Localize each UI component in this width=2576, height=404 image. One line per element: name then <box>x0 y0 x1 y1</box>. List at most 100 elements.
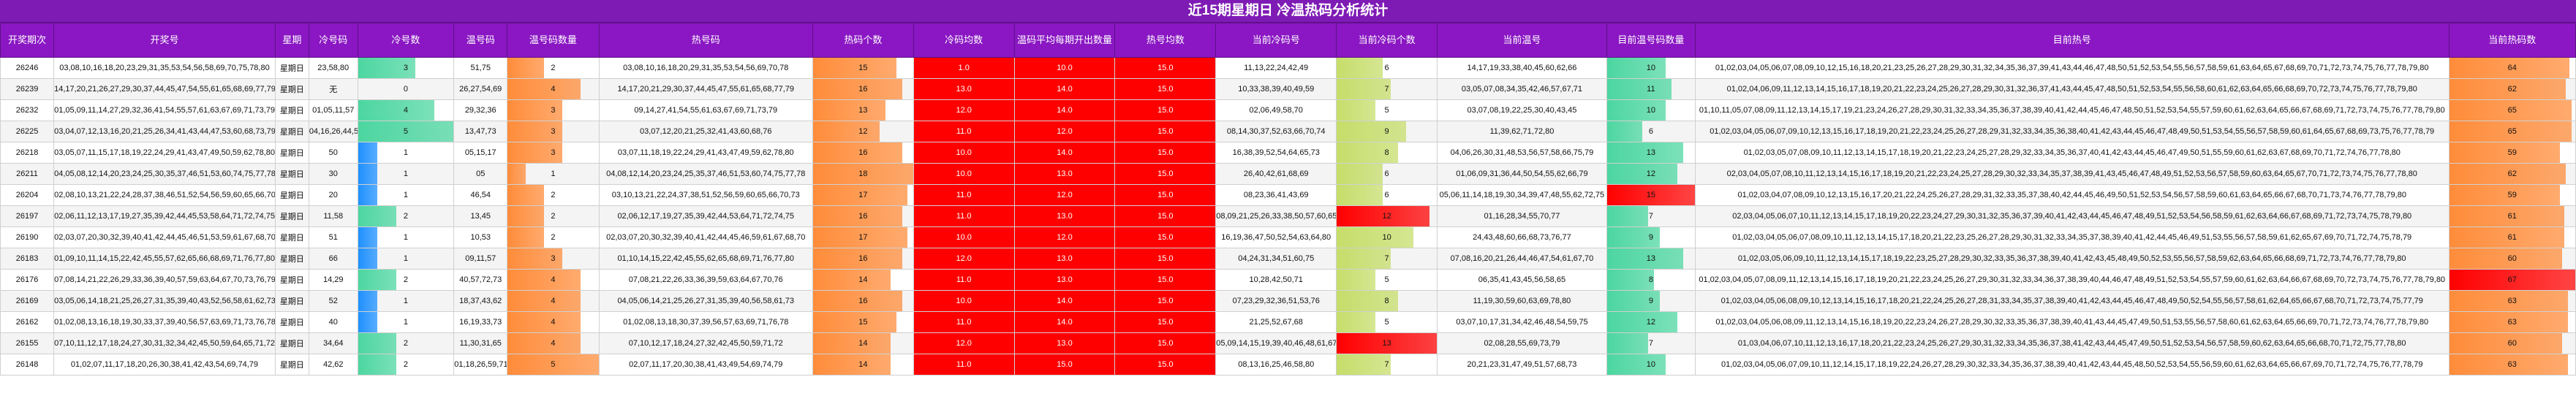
table-row[interactable]: 26155 07,10,11,12,17,18,24,27,30,31,32,34… <box>0 332 2576 354</box>
value-bar <box>1607 333 1648 354</box>
cell-current-warm: 06,35,41,43,45,56,58,65 <box>1437 269 1607 291</box>
table-row[interactable]: 26232 01,05,09,11,14,27,29,32,36,41,54,55… <box>0 99 2576 121</box>
cell-current-hot-count: 59 <box>2448 142 2576 164</box>
cell-hot-avg: 15.0 <box>1114 226 1217 248</box>
cell-current-cold-count: 5 <box>1336 269 1438 291</box>
cell-weekday: 星期日 <box>274 121 309 142</box>
header-numbers[interactable]: 开奖号 <box>53 23 276 58</box>
cell-warm-avg: 12.0 <box>1013 121 1116 142</box>
value-bar <box>1607 206 1648 226</box>
cell-warm-count: 3 <box>507 248 600 270</box>
header-cold-avg[interactable]: 冷码均数 <box>913 23 1015 58</box>
cell-hot-count: 14 <box>812 332 914 354</box>
header-cold-numbers[interactable]: 冷号码 <box>308 23 358 58</box>
cell-warm-numbers: 51,75 <box>453 57 508 79</box>
cell-value: 15 <box>858 64 868 72</box>
cell-hot-avg: 15.0 <box>1114 332 1217 354</box>
table-row[interactable]: 26197 02,06,11,12,13,17,19,27,35,39,42,44… <box>0 205 2576 227</box>
cell-numbers: 03,04,07,12,13,16,20,21,25,26,34,41,43,4… <box>53 121 276 142</box>
cell-current-cold-count: 7 <box>1336 78 1438 100</box>
header-issue[interactable]: 开奖期次 <box>0 23 55 58</box>
cell-weekday: 星期日 <box>274 248 309 270</box>
cell-numbers: 02,03,07,20,30,32,39,40,41,42,44,45,46,5… <box>53 226 276 248</box>
table-row[interactable]: 26162 01,02,08,13,16,18,19,30,33,37,39,40… <box>0 311 2576 333</box>
table-row[interactable]: 26225 03,04,07,12,13,16,20,21,25,26,34,41… <box>0 121 2576 142</box>
value-bar <box>1337 354 1391 375</box>
cell-weekday: 星期日 <box>274 311 309 333</box>
header-current-hot[interactable]: 目前热号 <box>1694 23 2450 58</box>
cell-warm-numbers: 46,54 <box>453 184 508 206</box>
cell-numbers: 01,09,10,11,14,15,22,42,45,55,57,62,65,6… <box>53 248 276 270</box>
cell-value: 7 <box>1384 85 1389 94</box>
cell-current-hot: 01,02,03,04,05,07,08,09,11,12,13,14,15,1… <box>1694 269 2450 291</box>
cell-cold-numbers: 20 <box>308 184 358 206</box>
header-hot-avg[interactable]: 热号均数 <box>1114 23 1217 58</box>
cell-current-warm-count: 10 <box>1606 99 1696 121</box>
value-bar <box>1607 58 1666 78</box>
cell-value: 0 <box>403 85 408 94</box>
table-row[interactable]: 26148 01,02,07,11,17,18,20,26,30,38,41,42… <box>0 354 2576 376</box>
cell-value: 12 <box>1646 169 1655 178</box>
cell-current-hot-count: 61 <box>2448 205 2576 227</box>
cell-warm-numbers: 26,27,54,69 <box>453 78 508 100</box>
table-row[interactable]: 26218 03,05,07,11,15,17,18,19,22,24,29,41… <box>0 142 2576 164</box>
cell-current-cold-count: 9 <box>1336 121 1438 142</box>
header-current-hot-count[interactable]: 当前热码数 <box>2448 23 2576 58</box>
cell-current-cold-count: 7 <box>1336 354 1438 376</box>
cell-value: 17 <box>858 233 868 242</box>
cell-hot-count: 14 <box>812 269 914 291</box>
cell-current-hot-count: 65 <box>2448 99 2576 121</box>
header-warm-numbers[interactable]: 温号码 <box>453 23 508 58</box>
header-current-warm[interactable]: 当前温号 <box>1437 23 1607 58</box>
cell-current-warm-count: 15 <box>1606 184 1696 206</box>
page-title: 近15期星期日 冷温热码分析统计 <box>0 0 2576 23</box>
cell-value: 16 <box>858 254 868 263</box>
cell-hot-numbers: 03,07,11,18,19,22,24,29,41,43,47,49,59,6… <box>598 142 813 164</box>
cell-current-warm-count: 13 <box>1606 142 1696 164</box>
cell-hot-count: 16 <box>812 248 914 270</box>
cell-value: 18 <box>858 169 868 178</box>
cell-warm-avg: 13.0 <box>1013 332 1116 354</box>
cell-cold-numbers: 40 <box>308 311 358 333</box>
value-bar <box>2450 206 2564 226</box>
table-row[interactable]: 26169 03,05,06,14,18,21,25,26,27,31,35,39… <box>0 290 2576 312</box>
cell-issue: 26246 <box>0 57 55 79</box>
value-bar <box>1337 58 1383 78</box>
cell-hot-avg: 15.0 <box>1114 57 1217 79</box>
table-row[interactable]: 26211 04,05,08,12,14,20,23,24,25,30,35,37… <box>0 163 2576 185</box>
cell-cold-count: 0 <box>357 78 455 100</box>
header-warm-count[interactable]: 温号码数量 <box>507 23 600 58</box>
value-bar <box>2450 333 2562 354</box>
table-row[interactable]: 26204 02,08,10,13,21,22,24,28,37,38,46,51… <box>0 184 2576 206</box>
table-row[interactable]: 26176 07,08,14,21,22,26,29,33,36,39,40,57… <box>0 269 2576 291</box>
header-current-cold[interactable]: 当前冷码号 <box>1215 23 1337 58</box>
table-row[interactable]: 26183 01,09,10,11,14,15,22,42,45,55,57,62… <box>0 248 2576 270</box>
header-warm-avg[interactable]: 温码平均每期开出数量 <box>1013 23 1116 58</box>
cell-warm-count: 4 <box>507 78 600 100</box>
cell-issue: 26176 <box>0 269 55 291</box>
cell-hot-count: 15 <box>812 311 914 333</box>
cell-value: 1 <box>403 254 408 263</box>
header-hot-numbers[interactable]: 热号码 <box>598 23 813 58</box>
cell-issue: 26162 <box>0 311 55 333</box>
table-row[interactable]: 26239 14,17,20,21,26,27,29,30,37,44,45,47… <box>0 78 2576 100</box>
header-weekday[interactable]: 星期 <box>274 23 309 58</box>
cell-cold-avg: 12.0 <box>913 99 1015 121</box>
value-bar <box>1607 100 1666 121</box>
header-current-warm-count[interactable]: 目前温号码数量 <box>1606 23 1696 58</box>
cell-current-warm: 04,06,26,30,31,48,53,56,57,58,66,75,79 <box>1437 142 1607 164</box>
cell-current-hot-count: 65 <box>2448 121 2576 142</box>
cell-cold-avg: 1.0 <box>913 57 1015 79</box>
cell-hot-count: 15 <box>812 57 914 79</box>
cell-value: 64 <box>2507 64 2517 72</box>
cell-current-cold: 26,40,42,61,68,69 <box>1215 163 1337 185</box>
cell-weekday: 星期日 <box>274 269 309 291</box>
header-hot-count[interactable]: 热码个数 <box>812 23 914 58</box>
cell-weekday: 星期日 <box>274 205 309 227</box>
cell-hot-numbers: 02,03,07,20,30,32,39,40,41,42,44,45,46,5… <box>598 226 813 248</box>
cell-hot-count: 13 <box>812 99 914 121</box>
table-row[interactable]: 26190 02,03,07,20,30,32,39,40,41,42,44,45… <box>0 226 2576 248</box>
header-current-cold-count[interactable]: 当前冷码个数 <box>1336 23 1438 58</box>
header-cold-count[interactable]: 冷号数 <box>357 23 455 58</box>
table-row[interactable]: 26246 03,08,10,16,18,20,23,29,31,35,53,54… <box>0 57 2576 79</box>
